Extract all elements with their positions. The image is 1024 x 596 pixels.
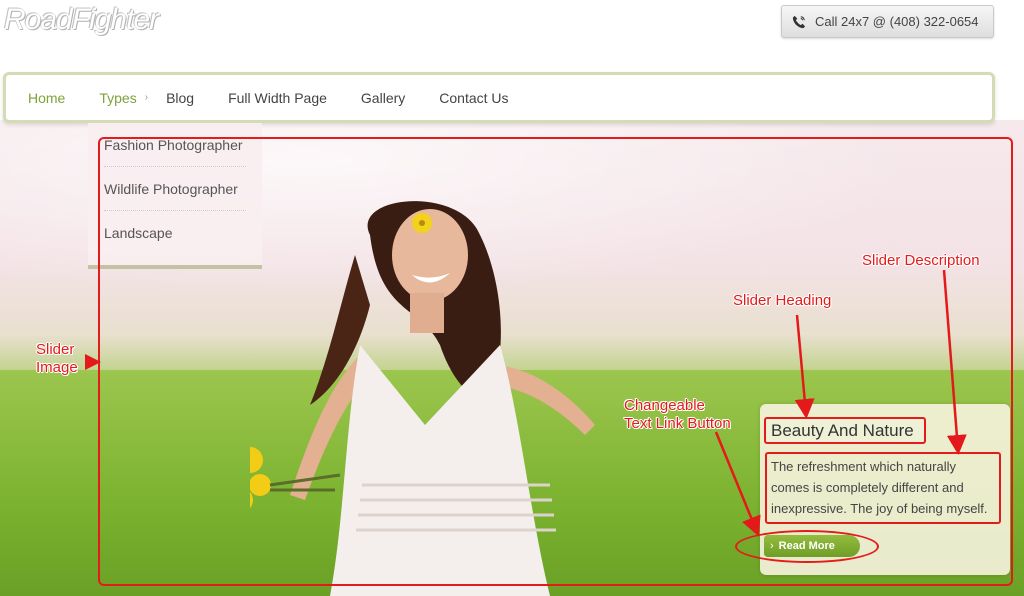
nav-item-blog[interactable]: Blog [166, 90, 194, 106]
nav-item-types[interactable]: Types › [99, 90, 148, 106]
annotation-slider-image-line2: Image [36, 359, 78, 376]
slider-heading: Beauty And Nature [764, 417, 926, 444]
annotation-link-button-line2: Text Link Button [624, 415, 731, 432]
annotation-link-button: Changeable Text Link Button [624, 397, 731, 433]
read-more-label: Read More [778, 540, 835, 552]
call-label: Call 24x7 @ (408) 322-0654 [815, 14, 979, 29]
call-button[interactable]: Call 24x7 @ (408) 322-0654 [781, 5, 994, 38]
annotation-slider-description: Slider Description [862, 252, 980, 269]
types-dropdown: Fashion Photographer Wildlife Photograph… [88, 123, 262, 269]
dropdown-item-wildlife-photographer[interactable]: Wildlife Photographer [104, 167, 246, 211]
phone-icon [792, 15, 806, 28]
annotation-slider-heading: Slider Heading [733, 292, 832, 309]
site-logo[interactable]: RoadFighter [4, 3, 159, 37]
annotation-slider-image-line1: Slider [36, 341, 75, 358]
annotation-link-button-line1: Changeable [624, 397, 705, 414]
chevron-right-icon: › [770, 540, 774, 552]
annotation-slider-image: Slider Image [36, 341, 78, 377]
nav-item-types-label: Types [99, 89, 137, 106]
chevron-right-icon: › [144, 92, 149, 103]
woman-illustration [250, 201, 595, 596]
main-nav: Home Types › Blog Full Width Page Galler… [3, 72, 995, 123]
read-more-button[interactable]: › Read More [764, 535, 860, 557]
nav-item-home[interactable]: Home [28, 90, 65, 106]
page: RoadFighter Call 24x7 @ (408) 322-0654 H… [0, 0, 1024, 596]
nav-item-full-width-page[interactable]: Full Width Page [228, 90, 327, 106]
slider-description: The refreshment which naturally comes is… [765, 452, 1001, 524]
nav-item-gallery[interactable]: Gallery [361, 90, 405, 106]
bouquet [250, 447, 271, 509]
dropdown-item-landscape[interactable]: Landscape [104, 211, 246, 255]
dropdown-item-fashion-photographer[interactable]: Fashion Photographer [104, 123, 246, 167]
frame-top-line [262, 137, 972, 138]
nav-item-contact-us[interactable]: Contact Us [439, 90, 508, 106]
